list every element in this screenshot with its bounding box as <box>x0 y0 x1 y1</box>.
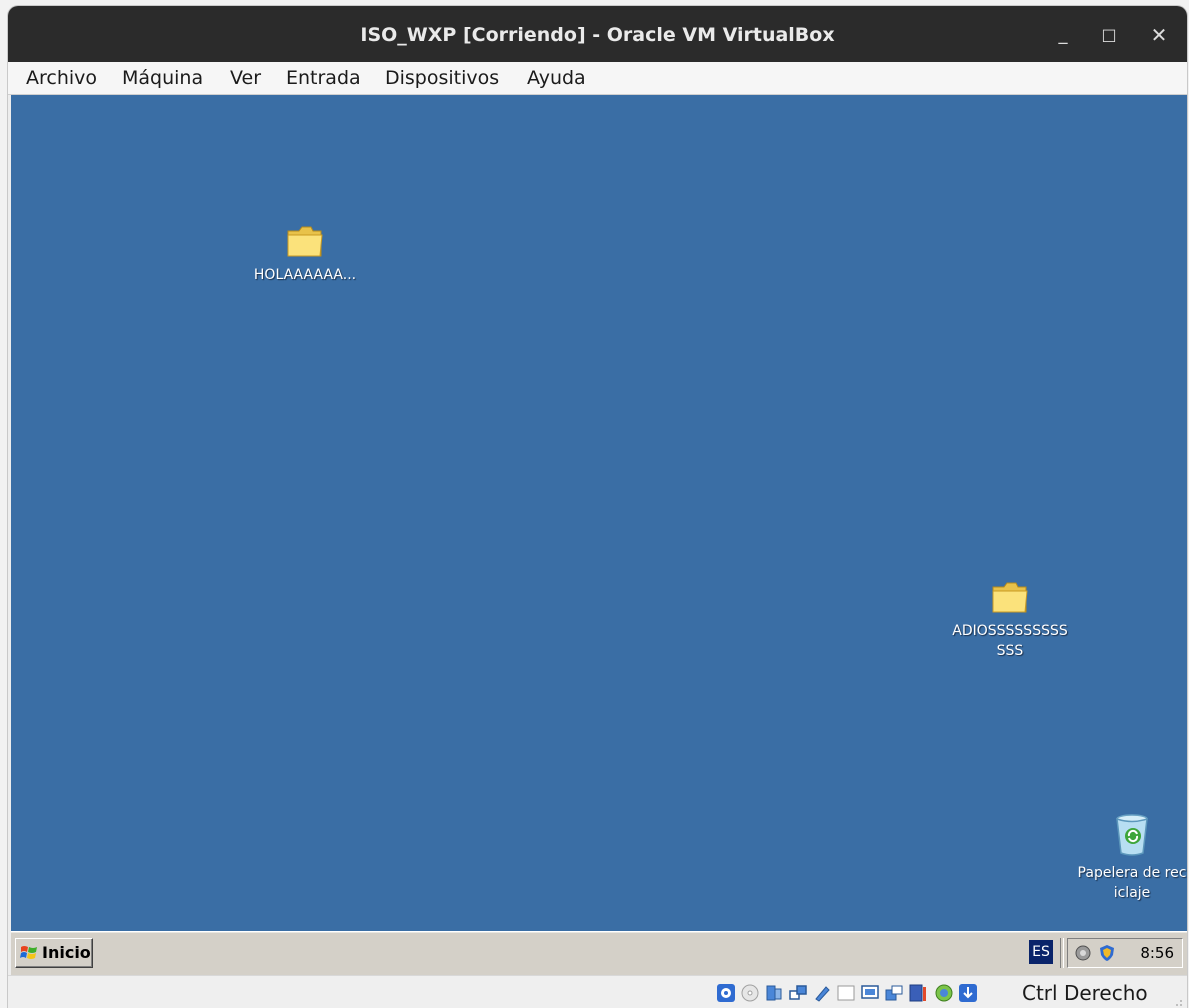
minimize-button[interactable]: _ <box>1050 22 1076 48</box>
menu-dispositivos[interactable]: Dispositivos <box>385 62 499 94</box>
desktop-icon-recycle-bin[interactable]: Papelera de reciclaje <box>1077 811 1187 903</box>
tray-separator <box>1060 938 1064 968</box>
menu-ayuda[interactable]: Ayuda <box>527 62 586 94</box>
host-key-label: Ctrl Derecho <box>1022 981 1148 1005</box>
desktop-icon-label: ADIOSSSSSSSSSSSS <box>952 623 1068 659</box>
network-icon[interactable] <box>788 983 808 1003</box>
host-status-bar: Ctrl Derecho <box>8 975 1187 1008</box>
guest-desktop[interactable]: HOLAAAAAA... ADIOSSSSSSSSSSSS Papelera d… <box>11 95 1187 931</box>
hard-disk-icon[interactable] <box>716 983 736 1003</box>
desktop-icon-label: Papelera de reciclaje <box>1077 865 1187 901</box>
usb-icon[interactable] <box>812 983 832 1003</box>
title-bar[interactable]: ISO_WXP [Corriendo] - Oracle VM VirtualB… <box>8 6 1187 62</box>
optical-drive-icon[interactable] <box>740 983 760 1003</box>
mouse-integration-icon[interactable] <box>934 983 954 1003</box>
start-button[interactable]: Inicio <box>15 938 93 968</box>
maximize-button[interactable]: □ <box>1096 22 1122 48</box>
desktop-icon-label: HOLAAAAAA... <box>253 267 357 283</box>
cpu-icon[interactable] <box>908 983 928 1003</box>
recycle-bin-icon <box>1116 814 1148 856</box>
menu-bar: Archivo Máquina Ver Entrada Dispositivos… <box>8 62 1187 95</box>
menu-maquina[interactable]: Máquina <box>122 62 203 94</box>
desktop-icon-adios-folder[interactable]: ADIOSSSSSSSSSSSS <box>948 579 1072 661</box>
resize-grip-icon[interactable] <box>1171 995 1183 1007</box>
shared-folders-icon[interactable] <box>836 983 856 1003</box>
security-shield-icon[interactable] <box>1098 944 1116 962</box>
taskbar-clock: 8:56 <box>1140 944 1174 962</box>
menu-entrada[interactable]: Entrada <box>286 62 361 94</box>
system-tray: 8:56 <box>1067 938 1183 968</box>
close-button[interactable]: ✕ <box>1146 22 1172 48</box>
keyboard-capture-icon[interactable] <box>958 983 978 1003</box>
menu-archivo[interactable]: Archivo <box>26 62 97 94</box>
video-capture-icon[interactable] <box>884 983 904 1003</box>
folder-icon <box>287 226 323 257</box>
windows-logo-icon <box>20 946 37 959</box>
window-title: ISO_WXP [Corriendo] - Oracle VM VirtualB… <box>360 24 835 46</box>
menu-ver[interactable]: Ver <box>230 62 261 94</box>
desktop-icon-hola-folder[interactable]: HOLAAAAAA... <box>243 223 367 285</box>
audio-icon[interactable] <box>764 983 784 1003</box>
display-icon[interactable] <box>860 983 880 1003</box>
start-label: Inicio <box>42 943 91 962</box>
language-indicator[interactable]: ES <box>1029 940 1053 964</box>
guest-taskbar: Inicio ES 8:56 <box>11 931 1187 976</box>
virtualbox-window: ISO_WXP [Corriendo] - Oracle VM VirtualB… <box>8 6 1187 1008</box>
folder-icon <box>992 582 1028 613</box>
speaker-icon[interactable] <box>1074 944 1092 962</box>
